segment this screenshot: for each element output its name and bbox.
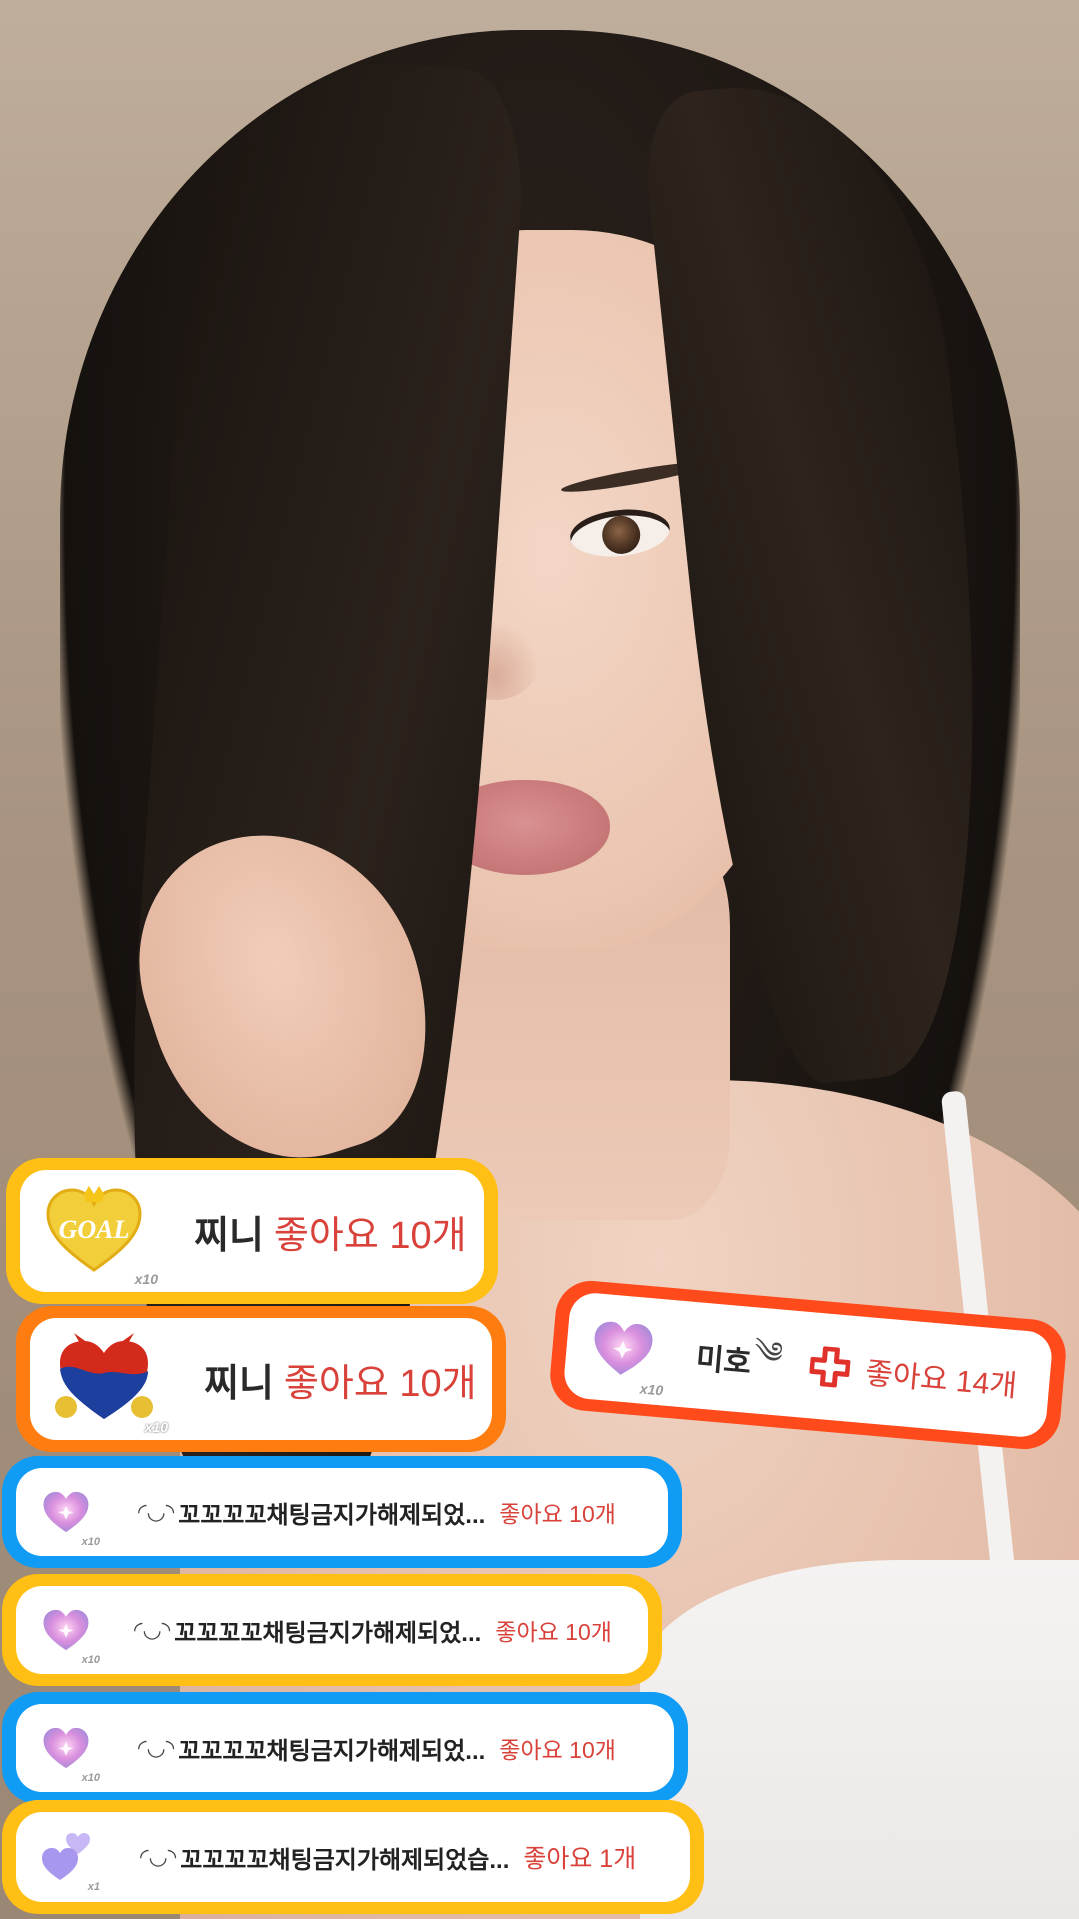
sender-name[interactable]: 꼬꼬꼬꼬채팅금지가해제되었... bbox=[178, 1495, 485, 1530]
sender-name[interactable]: 찌니 bbox=[204, 1352, 274, 1407]
like-count: 좋아요 10개 bbox=[495, 1619, 612, 1645]
emoticon-prefix: ◜◡◝ bbox=[134, 1617, 171, 1642]
sender-name[interactable]: 꼬꼬꼬꼬채팅금지가해제되었... bbox=[174, 1613, 481, 1648]
emoticon-prefix: ◜◡◝ bbox=[138, 1499, 175, 1524]
purple-heart-icon: x10 bbox=[36, 1600, 100, 1666]
emoticon-prefix: ◜◡◝ bbox=[138, 1735, 175, 1760]
emoticon-prefix: ◜◡◝ bbox=[140, 1844, 177, 1869]
purple-heart-icon: x10 bbox=[36, 1718, 100, 1784]
gift-notification[interactable]: x10 ◜◡◝ 꼬꼬꼬꼬채팅금지가해제되었... 좋아요 10개 bbox=[2, 1574, 662, 1686]
lavender-hearts-icon: x1 bbox=[36, 1827, 100, 1893]
like-count: 좋아요 1개 bbox=[523, 1845, 637, 1873]
goal-heart-icon: GOAL x10 bbox=[34, 1181, 158, 1287]
taegeuk-heart-icon: x10 bbox=[44, 1329, 168, 1435]
sender-name[interactable]: 미호 bbox=[695, 1333, 754, 1382]
sender-name[interactable]: 꼬꼬꼬꼬채팅금지가해제되었... bbox=[178, 1731, 485, 1766]
like-count: 좋아요 10개 bbox=[283, 1362, 477, 1405]
gift-notification[interactable]: x1 ◜◡◝ 꼬꼬꼬꼬채팅금지가해제되었습... 좋아요 1개 bbox=[2, 1800, 704, 1914]
sender-name[interactable]: 찌니 bbox=[194, 1204, 264, 1259]
like-count: 좋아요 10개 bbox=[273, 1214, 467, 1257]
purple-heart-icon: x10 bbox=[579, 1305, 666, 1398]
like-count: 좋아요 10개 bbox=[499, 1501, 616, 1527]
like-count: 좋아요 14개 bbox=[863, 1357, 1019, 1404]
gift-notification[interactable]: x10 찌니 좋아요 10개 bbox=[16, 1306, 506, 1452]
red-cross-icon bbox=[808, 1345, 851, 1388]
gift-notification[interactable]: x10 ◜◡◝ 꼬꼬꼬꼬채팅금지가해제되었... 좋아요 10개 bbox=[2, 1692, 688, 1804]
svg-text:GOAL: GOAL bbox=[59, 1215, 130, 1244]
purple-heart-icon: x10 bbox=[36, 1482, 100, 1548]
gift-notification[interactable]: GOAL x10 찌니 좋아요 10개 bbox=[6, 1158, 498, 1304]
camisole bbox=[640, 1560, 1079, 1919]
gift-notification[interactable]: x10 ◜◡◝ 꼬꼬꼬꼬채팅금지가해제되었... 좋아요 10개 bbox=[2, 1456, 682, 1568]
sender-name[interactable]: 꼬꼬꼬꼬채팅금지가해제되었습... bbox=[180, 1840, 509, 1875]
like-count: 좋아요 10개 bbox=[499, 1737, 616, 1763]
name-decoration: ༄ bbox=[752, 1335, 785, 1371]
